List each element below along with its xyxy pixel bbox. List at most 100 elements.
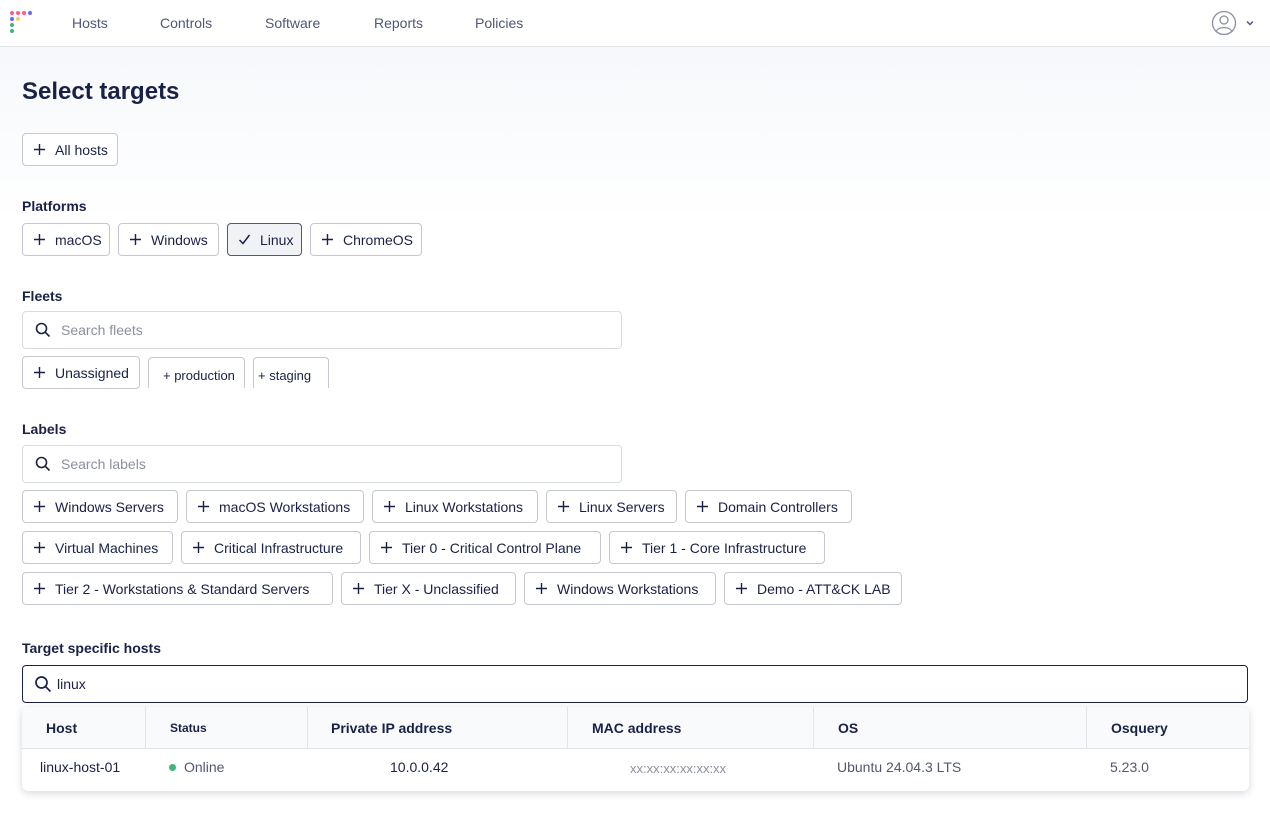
plus-icon bbox=[384, 501, 395, 512]
fleets-search-placeholder: Search fleets bbox=[61, 322, 143, 338]
status-dot bbox=[169, 763, 176, 771]
plus-icon bbox=[34, 234, 45, 245]
column-status[interactable]: Status bbox=[146, 707, 308, 749]
host-results-table: Host Status Private IP address MAC addre… bbox=[22, 707, 1249, 791]
platform-label: Windows bbox=[151, 231, 208, 248]
nav-controls[interactable]: Controls bbox=[160, 15, 212, 31]
plus-icon bbox=[193, 542, 204, 553]
fleet-staging[interactable]: + staging bbox=[253, 357, 329, 388]
label-chip[interactable]: Tier 0 - Critical Control Plane bbox=[369, 531, 601, 564]
plus-icon bbox=[198, 501, 209, 512]
user-menu[interactable] bbox=[1211, 10, 1257, 36]
column-private-ip[interactable]: Private IP address bbox=[308, 707, 568, 749]
platform-chromeos[interactable]: ChromeOS bbox=[310, 223, 422, 256]
platform-label: ChromeOS bbox=[343, 231, 414, 248]
label-chip[interactable]: Linux Workstations bbox=[372, 490, 538, 523]
label-chip-text: Tier X - Unclassified bbox=[374, 580, 499, 597]
label-chip-text: Windows Workstations bbox=[557, 580, 699, 597]
plus-icon bbox=[130, 234, 141, 245]
platform-macos[interactable]: macOS bbox=[22, 223, 110, 256]
search-icon bbox=[35, 322, 51, 338]
label-chip[interactable]: Demo - ATT&CK LAB bbox=[724, 572, 902, 605]
nav-policies[interactable]: Policies bbox=[475, 15, 523, 31]
search-icon bbox=[35, 456, 51, 472]
label-chip-text: Windows Servers bbox=[55, 498, 164, 515]
fleet-label: Unassigned bbox=[55, 364, 129, 381]
fleet-production[interactable]: + production bbox=[148, 357, 245, 388]
plus-icon bbox=[697, 501, 708, 512]
host-mac-address: xx:xx:xx:xx:xx:xx bbox=[630, 761, 727, 776]
fleet-label: + staging bbox=[258, 368, 312, 383]
plus-icon bbox=[558, 501, 569, 512]
plus-icon bbox=[536, 583, 547, 594]
top-navigation: Hosts Controls Software Reports Policies bbox=[0, 0, 1270, 47]
label-chip-text: Linux Servers bbox=[579, 498, 665, 515]
label-chip[interactable]: Tier 2 - Workstations & Standard Servers bbox=[22, 572, 333, 605]
host-private-ip: 10.0.0.42 bbox=[390, 759, 449, 775]
plus-icon bbox=[34, 501, 45, 512]
platform-windows[interactable]: Windows bbox=[118, 223, 219, 256]
plus-icon bbox=[353, 583, 364, 594]
host-search-input[interactable]: linux bbox=[22, 665, 1248, 703]
label-chip-text: Critical Infrastructure bbox=[214, 539, 344, 556]
label-chip-text: Tier 2 - Workstations & Standard Servers bbox=[55, 580, 310, 597]
plus-icon bbox=[34, 367, 45, 378]
label-chip-text: Tier 1 - Core Infrastructure bbox=[642, 539, 807, 556]
host-status-text: Online bbox=[184, 759, 225, 775]
host-name[interactable]: linux-host-01 bbox=[40, 759, 120, 775]
label-chip[interactable]: Tier X - Unclassified bbox=[341, 572, 516, 605]
nav-hosts[interactable]: Hosts bbox=[72, 15, 108, 31]
column-osquery[interactable]: Osquery bbox=[1087, 707, 1249, 749]
column-host[interactable]: Host bbox=[22, 707, 146, 749]
plus-icon bbox=[621, 542, 632, 553]
label-chip[interactable]: Tier 1 - Core Infrastructure bbox=[609, 531, 825, 564]
platform-label: macOS bbox=[55, 231, 102, 248]
label-chip-text: Tier 0 - Critical Control Plane bbox=[402, 539, 582, 556]
label-chip[interactable]: macOS Workstations bbox=[186, 490, 364, 523]
nav-reports[interactable]: Reports bbox=[374, 15, 423, 31]
label-chip-text: macOS Workstations bbox=[219, 498, 351, 515]
nav-software[interactable]: Software bbox=[265, 15, 320, 31]
plus-icon bbox=[736, 583, 747, 594]
platforms-heading: Platforms bbox=[22, 198, 87, 214]
labels-heading: Labels bbox=[22, 421, 67, 437]
search-icon bbox=[35, 676, 52, 693]
fleets-search-input[interactable]: Search fleets bbox=[22, 311, 622, 349]
plus-icon bbox=[381, 542, 392, 553]
page-title: Select targets bbox=[22, 78, 180, 105]
label-chip[interactable]: Windows Workstations bbox=[524, 572, 716, 605]
fleets-heading: Fleets bbox=[22, 288, 63, 304]
all-hosts-label: All hosts bbox=[55, 141, 108, 158]
label-chip[interactable]: Domain Controllers bbox=[685, 490, 852, 523]
label-chip-text: Domain Controllers bbox=[718, 498, 838, 515]
column-os[interactable]: OS bbox=[814, 707, 1087, 749]
column-mac-address[interactable]: MAC address bbox=[568, 707, 814, 749]
host-search-value: linux bbox=[57, 676, 86, 692]
fleet-label: + production bbox=[163, 368, 235, 383]
target-hosts-heading: Target specific hosts bbox=[22, 640, 162, 656]
label-chip-text: Linux Workstations bbox=[405, 498, 524, 515]
label-chip[interactable]: Windows Servers bbox=[22, 490, 178, 523]
app-logo[interactable] bbox=[10, 11, 32, 33]
labels-search-placeholder: Search labels bbox=[61, 456, 146, 472]
all-hosts-button[interactable]: All hosts bbox=[22, 133, 118, 166]
host-status: Online bbox=[169, 759, 224, 775]
label-chip-text: Virtual Machines bbox=[55, 539, 159, 556]
chevron-down-icon bbox=[1246, 20, 1254, 26]
label-chip[interactable]: Virtual Machines bbox=[22, 531, 173, 564]
plus-icon bbox=[34, 583, 45, 594]
host-osquery-version: 5.23.0 bbox=[1110, 759, 1149, 775]
check-icon bbox=[238, 234, 251, 245]
label-chip[interactable]: Linux Servers bbox=[546, 490, 677, 523]
label-chip[interactable]: Critical Infrastructure bbox=[181, 531, 361, 564]
plus-icon bbox=[34, 542, 45, 553]
platform-label: Linux bbox=[260, 231, 294, 248]
user-avatar-icon bbox=[1211, 10, 1237, 36]
table-header: Host Status Private IP address MAC addre… bbox=[22, 707, 1249, 749]
plus-icon bbox=[322, 234, 333, 245]
fleet-unassigned[interactable]: Unassigned bbox=[22, 356, 140, 389]
plus-icon bbox=[34, 144, 45, 155]
label-chip-text: Demo - ATT&CK LAB bbox=[757, 580, 891, 597]
labels-search-input[interactable]: Search labels bbox=[22, 445, 622, 483]
platform-linux[interactable]: Linux bbox=[227, 223, 302, 256]
